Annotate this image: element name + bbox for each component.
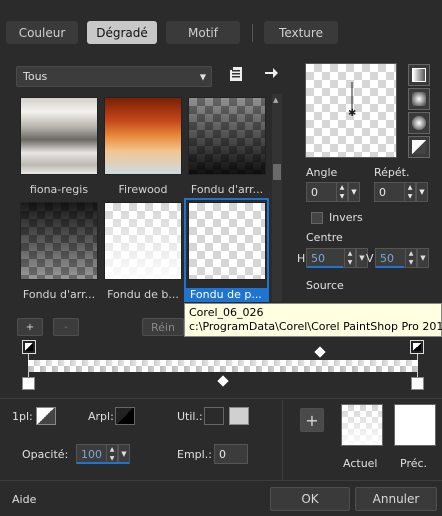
empl-label: Empl.:	[177, 448, 212, 461]
previous-label: Préc.	[400, 457, 428, 470]
gradient-label-selected: Fondu de p...	[186, 288, 267, 301]
gradient-angle-handle[interactable]: ✱	[306, 64, 398, 159]
empl-value: 0	[219, 447, 226, 461]
remove-stop-button[interactable]: -	[53, 318, 79, 336]
chevron-down-icon[interactable]: ▼	[417, 248, 429, 268]
center-v-stepper[interactable]: ▲ ▼	[405, 249, 416, 267]
center-h-input[interactable]: 50 ▲ ▼ ▼	[306, 248, 368, 268]
opacity-stop-left[interactable]	[22, 340, 36, 354]
gradient-thumb-firewood[interactable]	[104, 97, 182, 175]
opacity-value: 100	[81, 447, 102, 461]
center-v-bar	[376, 266, 404, 268]
center-h-value: 50	[311, 251, 325, 265]
gradient-thumb-fondu-arr-1[interactable]	[188, 97, 266, 175]
empl-input[interactable]: 0	[214, 444, 248, 464]
radial-style-button[interactable]	[408, 112, 430, 134]
opacity-stop-right[interactable]	[410, 340, 424, 354]
source-label: Source	[306, 279, 344, 292]
current-label: Actuel	[343, 457, 378, 470]
cancel-button[interactable]: Annuler	[355, 487, 437, 511]
reset-button[interactable]: Réin	[142, 318, 184, 336]
tab-texture[interactable]: Texture	[264, 21, 338, 44]
gradient-thumb-fondu-b[interactable]	[104, 202, 182, 280]
library-icon[interactable]	[228, 66, 244, 82]
chevron-down-icon[interactable]: ▼	[118, 444, 130, 464]
add-to-swatches-button[interactable]: +	[300, 408, 324, 432]
invert-checkbox[interactable]	[311, 212, 323, 224]
util-label: Util.:	[177, 410, 203, 423]
angle-input[interactable]: 0 ▲ ▼ ▼	[306, 182, 360, 202]
category-select[interactable]: Tous ▼	[16, 66, 212, 87]
previous-preview[interactable]	[394, 404, 436, 446]
center-label: Centre	[306, 231, 343, 244]
pl-swatch[interactable]	[36, 407, 56, 425]
tooltip-name: Corel_06_026	[189, 306, 264, 319]
gradient-tooltip: Corel_06_026 c:\ProgramData\Corel\Corel …	[184, 303, 442, 337]
tooltip-path: c:\ProgramData\Corel\Corel PaintShop Pro…	[189, 320, 442, 333]
opacity-label: Opacité:	[22, 448, 69, 461]
gradient-preview[interactable]: ✱	[305, 63, 397, 158]
category-select-value: Tous	[23, 70, 48, 83]
angle-value: 0	[311, 185, 318, 199]
tab-motif[interactable]: Motif	[166, 21, 240, 44]
gradient-label: Fondu d'arr...	[190, 183, 264, 196]
gradient-editor-bar[interactable]	[28, 360, 418, 372]
repeat-label: Répét.	[374, 166, 410, 179]
repeat-value: 0	[379, 185, 386, 199]
gradient-label: Fondu d'arr...	[22, 288, 96, 301]
util-swatch-dark[interactable]	[204, 407, 224, 425]
divider	[0, 398, 442, 399]
gradient-label: Fondu de b...	[107, 288, 179, 301]
color-midpoint[interactable]	[217, 375, 229, 387]
sunburst-style-button[interactable]	[408, 136, 430, 158]
opacity-stepper[interactable]: ▲ ▼	[106, 445, 117, 463]
invert-label: Invers	[329, 211, 363, 224]
tab-couleur[interactable]: Couleur	[6, 21, 78, 44]
chevron-down-icon: ▼	[199, 72, 206, 81]
repeat-input[interactable]: 0 ▲ ▼ ▼	[374, 182, 428, 202]
gradient-label: fiona-regis	[29, 183, 89, 196]
linear-style-button[interactable]	[408, 64, 430, 86]
gradient-label: Firewood	[118, 183, 168, 196]
svg-text:✱: ✱	[348, 108, 356, 119]
chevron-down-icon[interactable]: ▼	[348, 182, 360, 202]
panel-divider	[282, 400, 283, 480]
tab-divider	[252, 24, 253, 42]
tab-degrade[interactable]: Dégradé	[87, 21, 157, 44]
opacity-input[interactable]: 100 ▲ ▼ ▼	[76, 444, 130, 464]
gradient-thumb-fondu-arr-2[interactable]	[20, 202, 98, 280]
ok-button[interactable]: OK	[270, 487, 350, 511]
gallery-scrollbar[interactable]: ▲	[272, 94, 282, 302]
arpl-swatch[interactable]	[115, 407, 135, 425]
color-stop-left[interactable]	[22, 377, 35, 390]
rectangular-style-button[interactable]	[408, 88, 430, 110]
gradient-thumb-fondu-p[interactable]	[188, 202, 266, 280]
angle-stepper[interactable]: ▲ ▼	[336, 183, 347, 201]
center-h-bar	[307, 266, 343, 268]
add-stop-button[interactable]: +	[17, 318, 43, 336]
pl-label: 1pl:	[12, 410, 33, 423]
repeat-stepper[interactable]: ▲ ▼	[404, 183, 415, 201]
current-preview	[341, 404, 383, 446]
center-h-label: H	[297, 252, 306, 265]
opacity-bar	[77, 462, 129, 464]
opacity-midpoint[interactable]	[314, 346, 326, 358]
arrow-right-icon[interactable]	[263, 65, 279, 81]
color-stop-right[interactable]	[411, 377, 424, 390]
gradient-thumb-fiona-regis[interactable]	[20, 97, 98, 175]
arpl-label: Arpl:	[88, 410, 114, 423]
center-h-stepper[interactable]: ▲ ▼	[344, 249, 355, 267]
center-v-label: V	[366, 252, 374, 265]
util-swatch-light[interactable]	[229, 407, 249, 425]
scrollbar-thumb[interactable]	[273, 164, 281, 180]
help-link[interactable]: Aide	[12, 493, 36, 506]
chevron-down-icon[interactable]: ▼	[416, 182, 428, 202]
angle-label: Angle	[306, 166, 338, 179]
divider	[0, 480, 442, 481]
center-v-input[interactable]: 50 ▲ ▼ ▼	[375, 248, 429, 268]
center-v-value: 50	[380, 251, 394, 265]
